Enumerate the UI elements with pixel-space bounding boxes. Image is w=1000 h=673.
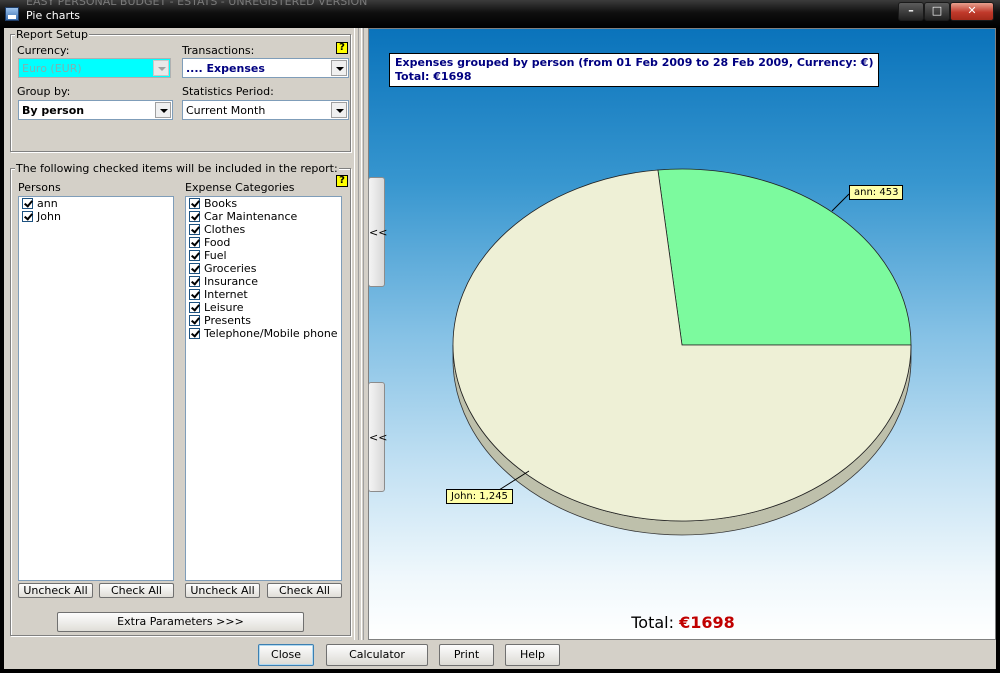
calculator-button[interactable]: Calculator	[326, 644, 428, 666]
maximize-icon: □	[931, 4, 943, 17]
close-window-button[interactable]: ✕	[950, 2, 994, 21]
category-item[interactable]: Leisure	[186, 301, 341, 314]
checkbox-checked-icon[interactable]	[189, 289, 200, 300]
expense-categories-list[interactable]: Books Car Maintenance Clothes Food Fuel Groce…	[185, 196, 342, 581]
maximize-button[interactable]: □	[924, 2, 950, 21]
persons-uncheck-all-button[interactable]: Uncheck All	[18, 583, 93, 598]
title-bar: EASY PERSONAL BUDGET - ESTATS - UNREGIST…	[0, 0, 1000, 28]
close-icon: ✕	[967, 4, 977, 17]
category-item-label: Presents	[204, 314, 252, 327]
report-setup-group: Report Setup Currency: Euro (EUR) Transa…	[10, 28, 351, 152]
chart-title-box: Expenses grouped by person (from 01 Feb …	[389, 53, 880, 87]
checked-items-group: The following checked items will be incl…	[10, 162, 351, 636]
transactions-select[interactable]: .... Expenses	[182, 58, 349, 78]
category-item[interactable]: Books	[186, 197, 341, 210]
checkbox-checked-icon[interactable]	[189, 224, 200, 235]
chart-title: Expenses grouped by person (from 01 Feb …	[395, 56, 874, 69]
checkbox-checked-icon[interactable]	[189, 198, 200, 209]
expense-categories-label: Expense Categories	[185, 181, 295, 194]
help-question-icon[interactable]: ?	[336, 175, 348, 187]
panel-splitter[interactable]	[354, 28, 364, 640]
chevron-down-icon	[331, 60, 347, 76]
categories-uncheck-all-button[interactable]: Uncheck All	[185, 583, 260, 598]
chart-total: Total: €1698	[369, 613, 995, 632]
minimize-button[interactable]: –	[898, 2, 924, 21]
pie-chart	[452, 168, 912, 536]
chart-subtitle: Total: €1698	[395, 70, 472, 83]
leader-line-ann	[831, 193, 850, 212]
person-item[interactable]: John	[19, 210, 173, 223]
category-item[interactable]: Presents	[186, 314, 341, 327]
slice-label-john: John: 1,245	[446, 489, 513, 504]
close-button[interactable]: Close	[258, 644, 314, 666]
checkbox-checked-icon[interactable]	[189, 237, 200, 248]
category-item[interactable]: Car Maintenance	[186, 210, 341, 223]
statistics-period-value: Current Month	[186, 104, 266, 117]
checked-items-legend: The following checked items will be incl…	[15, 162, 339, 175]
category-item-label: Leisure	[204, 301, 244, 314]
category-item[interactable]: Food	[186, 236, 341, 249]
collapse-top-button[interactable]: <<	[368, 177, 387, 287]
chevron-down-icon	[155, 102, 171, 118]
category-item-label: Telephone/Mobile phone	[204, 327, 338, 340]
total-amount: €1698	[679, 613, 735, 632]
checkbox-checked-icon[interactable]	[189, 328, 200, 339]
persons-check-all-button[interactable]: Check All	[99, 583, 174, 598]
transactions-value: .... Expenses	[186, 62, 265, 75]
extra-parameters-button[interactable]: Extra Parameters >>>	[57, 612, 304, 632]
category-item-label: Insurance	[204, 275, 258, 288]
group-by-select[interactable]: By person	[18, 100, 173, 120]
category-item-label: Fuel	[204, 249, 227, 262]
checkbox-checked-icon[interactable]	[189, 276, 200, 287]
category-item-label: Clothes	[204, 223, 246, 236]
print-button[interactable]: Print	[439, 644, 494, 666]
collapse-bottom-button[interactable]: <<	[368, 382, 387, 492]
persons-label: Persons	[18, 181, 61, 194]
category-item[interactable]: Clothes	[186, 223, 341, 236]
categories-check-all-button[interactable]: Check All	[267, 583, 342, 598]
category-item-label: Books	[204, 197, 238, 210]
category-item[interactable]: Internet	[186, 288, 341, 301]
help-button[interactable]: Help	[505, 644, 560, 666]
app-icon	[5, 7, 19, 21]
transactions-label: Transactions:	[182, 44, 255, 57]
total-label: Total:	[631, 613, 674, 632]
category-item-label: Groceries	[204, 262, 257, 275]
checkbox-checked-icon[interactable]	[189, 250, 200, 261]
group-by-value: By person	[22, 104, 85, 117]
category-item[interactable]: Groceries	[186, 262, 341, 275]
person-item-label: ann	[37, 197, 58, 210]
persons-list[interactable]: ann John	[18, 196, 174, 581]
currency-value: Euro (EUR)	[22, 62, 82, 75]
person-item-label: John	[37, 210, 61, 223]
person-item[interactable]: ann	[19, 197, 173, 210]
currency-label: Currency:	[17, 44, 70, 57]
checkbox-checked-icon[interactable]	[189, 315, 200, 326]
category-item-label: Car Maintenance	[204, 210, 298, 223]
chevron-down-icon	[153, 60, 169, 76]
report-setup-legend: Report Setup	[15, 28, 89, 41]
checkbox-checked-icon[interactable]	[189, 211, 200, 222]
chevron-down-icon	[331, 102, 347, 118]
checkbox-checked-icon[interactable]	[189, 302, 200, 313]
minimize-icon: –	[908, 4, 914, 17]
group-by-label: Group by:	[17, 85, 71, 98]
window-title: Pie charts	[26, 9, 81, 22]
category-item-label: Food	[204, 236, 231, 249]
category-item[interactable]: Telephone/Mobile phone	[186, 327, 341, 340]
dialog-client: Report Setup Currency: Euro (EUR) Transa…	[4, 28, 996, 669]
background-window-title: EASY PERSONAL BUDGET - ESTATS - UNREGIST…	[26, 0, 368, 8]
statistics-period-label: Statistics Period:	[182, 85, 274, 98]
category-item[interactable]: Insurance	[186, 275, 341, 288]
slice-label-ann: ann: 453	[849, 185, 904, 200]
checkbox-checked-icon[interactable]	[22, 198, 33, 209]
currency-select: Euro (EUR)	[18, 58, 171, 78]
checkbox-checked-icon[interactable]	[22, 211, 33, 222]
pie-chart-area: Expenses grouped by person (from 01 Feb …	[368, 28, 996, 640]
statistics-period-select[interactable]: Current Month	[182, 100, 349, 120]
checkbox-checked-icon[interactable]	[189, 263, 200, 274]
category-item-label: Internet	[204, 288, 248, 301]
help-question-icon[interactable]: ?	[336, 42, 348, 54]
category-item[interactable]: Fuel	[186, 249, 341, 262]
